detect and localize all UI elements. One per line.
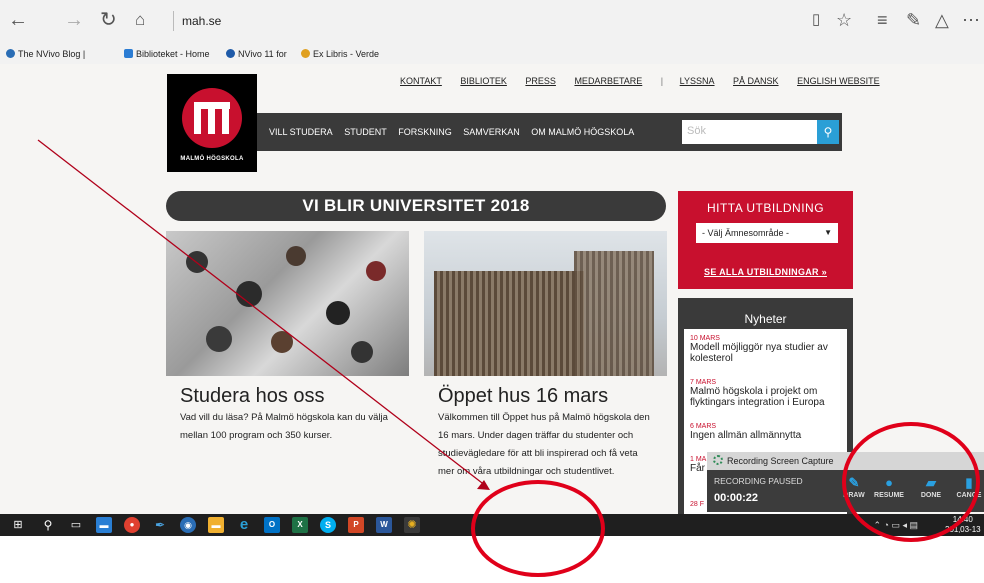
annotation-circle [842,422,980,542]
dropdown-arrow-icon: ▼ [824,228,832,237]
more-icon[interactable]: ⋯ [962,10,980,31]
nvivo-app-icon[interactable]: ◉ [180,517,196,533]
recording-icon [713,455,723,465]
main-nav: VILL STUDERA STUDENT FORSKNING SAMVERKAN… [257,113,842,151]
card-title-studera[interactable]: Studera hos oss [180,385,325,408]
nvivo-globe-icon [226,49,235,58]
link-lyssna[interactable]: LYSSNA [680,76,715,86]
logo-text: MALMÖ HÖGSKOLA [180,156,244,162]
task-view-icon[interactable]: ▭ [68,517,84,533]
card-title-oppet-hus[interactable]: Öppet hus 16 mars [438,385,608,408]
favorite-item[interactable]: The NVivo Blog | [6,49,85,59]
hub-icon[interactable]: ≡ [877,10,888,31]
nav-student[interactable]: STUDENT [344,127,387,137]
nav-samverkan[interactable]: SAMVERKAN [463,127,520,137]
link-press[interactable]: PRESS [525,76,556,86]
search-icon: ⚲ [823,125,833,139]
photo-shape [366,261,386,281]
photo-shape [271,331,293,353]
building-photo[interactable] [424,231,667,376]
site-logo[interactable]: MALMÖ HÖGSKOLA [167,74,257,172]
news-item[interactable]: 10 MARS Modell möjliggör nya studier av … [690,335,846,364]
back-icon[interactable]: ← [8,10,28,30]
panel-title: HITTA UTBILDNING [706,201,825,215]
photo-shape [236,281,262,307]
card-text-studera: Vad vill du läsa? På Malmö högskola kan … [180,412,388,441]
banner[interactable]: VI BLIR UNIVERSITET 2018 [166,191,666,221]
favorite-item[interactable]: NVivo 11 for [226,49,287,59]
favorite-star-icon[interactable]: ☆ [836,10,852,31]
link-kontakt[interactable]: KONTAKT [400,76,442,86]
search-button[interactable]: ⚲ [817,120,839,144]
photo-shape [186,251,208,273]
search-input[interactable]: Sök [682,120,817,144]
subject-select[interactable]: - Välj Ämnesområde - ▼ [696,223,838,243]
photo-shape [286,246,306,266]
link-pa-dansk[interactable]: PÅ DANSK [733,76,779,86]
photo-shape [351,341,373,363]
edge-icon[interactable]: e [236,517,252,533]
all-programs-link[interactable]: SE ALLA UTBILDNINGAR » [678,267,853,277]
hitta-utbildning-panel: HITTA UTBILDNING - Välj Ämnesområde - ▼ … [678,191,853,289]
photo-shape [326,301,350,325]
link-bibliotek[interactable]: BIBLIOTEK [460,76,507,86]
sharepoint-icon [124,49,133,58]
reading-view-icon[interactable]: ▯ [812,10,820,28]
news-item[interactable]: 7 MARS Malmö högskola i projekt om flykt… [690,379,846,408]
nav-forskning[interactable]: FORSKNING [398,127,452,137]
photo-shape [574,251,654,376]
nvivo-icon [6,49,15,58]
favorite-item[interactable]: Ex Libris - Verde [301,49,379,59]
web-note-icon[interactable]: ✎ [906,10,921,31]
powerpoint-icon[interactable]: P [348,517,364,533]
recording-status: RECORDING PAUSED [714,476,803,486]
refresh-icon[interactable]: ↻ [100,10,117,30]
outlook-icon[interactable]: O [264,517,280,533]
home-icon[interactable]: ⌂ [135,10,145,30]
link-medarbetare[interactable]: MEDARBETARE [574,76,642,86]
news-item[interactable]: 6 MARS Ingen allmän allmännytta [690,423,846,441]
annotation-circle [471,480,605,577]
photo-shape [434,271,584,376]
panel-title: Nyheter [744,312,787,326]
screen-recorder-icon[interactable]: ✺ [404,517,420,533]
logo-m-shape [194,102,230,134]
card-text-oppet-hus: Välkommen till Öppet hus på Malmö högsko… [438,412,650,477]
windows-start-icon[interactable]: ⊞ [10,517,26,533]
pen-app-icon[interactable]: ✒ [152,517,168,533]
share-icon[interactable]: △ [935,10,949,31]
explorer-icon[interactable]: ▬ [96,517,112,533]
forward-icon[interactable]: → [64,10,84,30]
skype-icon[interactable]: S [320,517,336,533]
word-icon[interactable]: W [376,517,392,533]
recording-timer: 00:00:22 [714,492,759,504]
address-bar[interactable]: mah.se [173,11,822,31]
photo-shape [206,326,232,352]
link-english[interactable]: ENGLISH WEBSITE [797,76,880,86]
favorite-item[interactable]: Biblioteket - Home [124,49,210,59]
exlibris-icon [301,49,310,58]
chrome-icon[interactable]: ● [124,517,140,533]
nav-om-malmo-hogskola[interactable]: OM MALMÖ HÖGSKOLA [531,127,634,137]
search-icon[interactable]: ⚲ [40,517,56,533]
browser-toolbar: ← → ↻ ⌂ mah.se ▯ ☆ ≡ ✎ △ ⋯ [0,0,984,47]
divider: | [660,76,664,86]
nav-vill-studera[interactable]: VILL STUDERA [269,127,333,137]
top-links: KONTAKT BIBLIOTEK PRESS MEDARBETARE | LY… [400,76,880,86]
excel-icon[interactable]: X [292,517,308,533]
folder-icon[interactable]: ▬ [208,517,224,533]
students-photo[interactable] [166,231,409,376]
favorites-bar: The NVivo Blog | Biblioteket - Home NViv… [0,46,984,65]
